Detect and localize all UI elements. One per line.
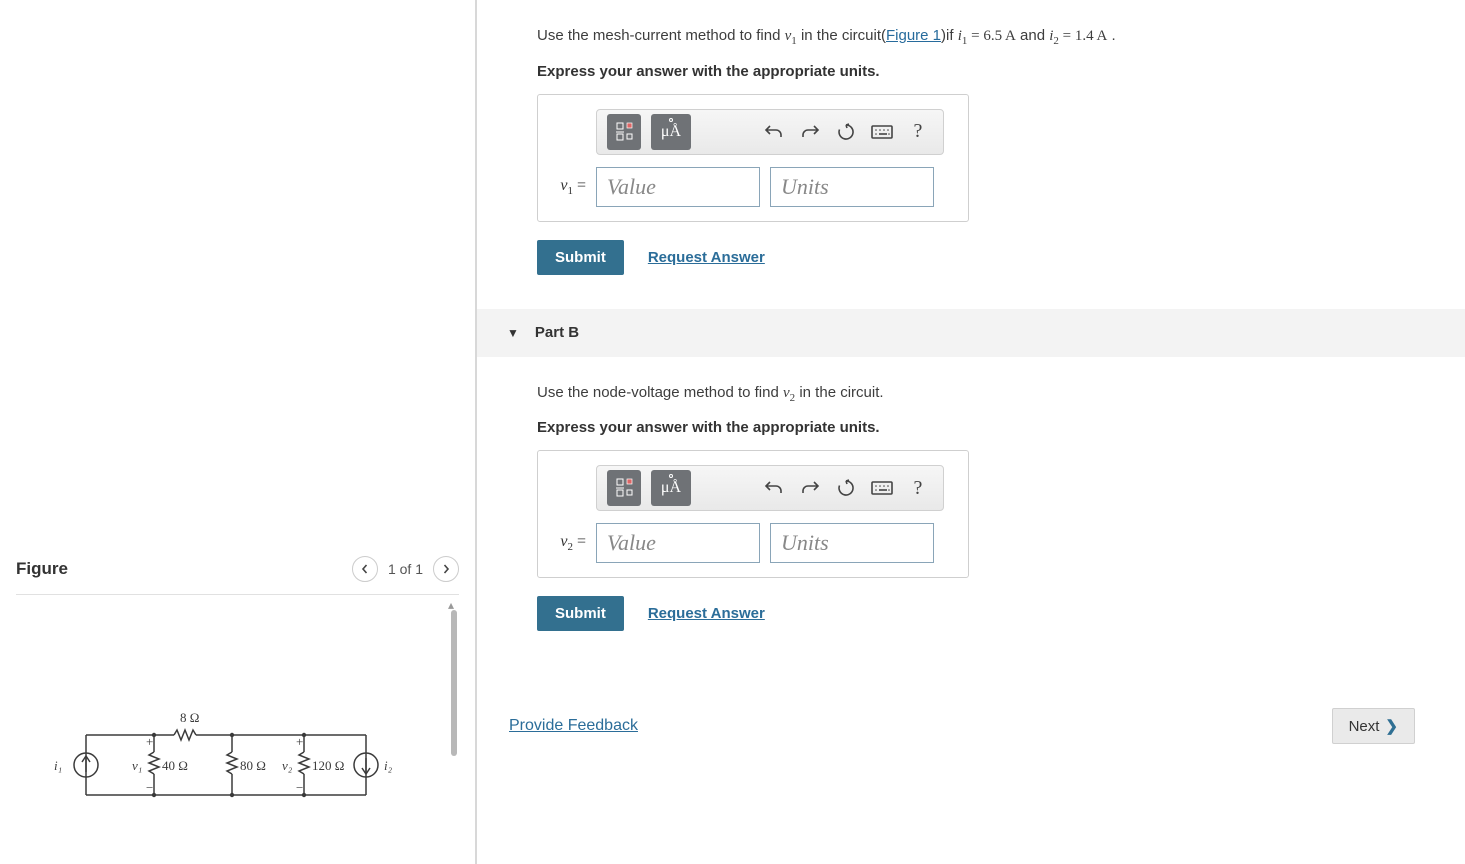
chevron-left-icon [360, 564, 370, 574]
provide-feedback-link[interactable]: Provide Feedback [509, 717, 638, 735]
redo-button[interactable] [795, 473, 825, 503]
answer-input-row: v1 = [548, 167, 958, 207]
figure-header: Figure 1 of 1 [16, 556, 459, 595]
keyboard-button[interactable] [867, 473, 897, 503]
caret-down-icon: ▼ [507, 326, 519, 340]
part-a-prompt: Use the mesh-current method to find v1 i… [537, 24, 1465, 51]
part-a-actions: Submit Request Answer [537, 240, 1465, 275]
prompt-text: Use the mesh-current method to find [537, 27, 785, 44]
figure-prev-button[interactable] [352, 556, 378, 582]
figure-pager: 1 of 1 [352, 556, 459, 582]
fraction-template-button[interactable] [610, 473, 638, 503]
part-b-actions: Submit Request Answer [537, 596, 1465, 631]
r120-label: 120 Ω [312, 758, 344, 773]
next-label: Next [1349, 718, 1380, 735]
redo-icon [800, 479, 820, 497]
value-input[interactable] [596, 523, 760, 563]
part-b-express: Express your answer with the appropriate… [537, 419, 1465, 436]
svg-text:−: − [146, 780, 153, 795]
figure-counter: 1 of 1 [388, 561, 423, 577]
request-answer-link[interactable]: Request Answer [648, 605, 765, 622]
redo-button[interactable] [795, 117, 825, 147]
figure-title: Figure [16, 559, 68, 579]
fraction-template-button[interactable] [610, 117, 638, 147]
answer-variable-label: v2 = [548, 533, 586, 553]
r80-label: 80 Ω [240, 758, 266, 773]
units-input[interactable] [770, 523, 934, 563]
help-button[interactable]: ? [903, 117, 933, 147]
units-button-label: μÅ [661, 479, 681, 497]
part-b-prompt: Use the node-voltage method to find v2 i… [537, 381, 1465, 408]
figure-next-button[interactable] [433, 556, 459, 582]
next-button[interactable]: Next ❯ [1332, 708, 1415, 744]
r40-label: 40 Ω [162, 758, 188, 773]
fraction-icon [614, 121, 634, 143]
chevron-right-icon [441, 564, 451, 574]
r-top-label: 8 Ω [180, 710, 199, 725]
redo-icon [800, 123, 820, 141]
part-b-header[interactable]: ▼ Part B [477, 309, 1465, 357]
help-button[interactable]: ? [903, 473, 933, 503]
template-buttons [607, 114, 641, 150]
part-b-title: Part B [535, 324, 579, 341]
scrollbar-thumb[interactable] [451, 610, 457, 756]
answer-input-row: v2 = [548, 523, 958, 563]
part-a-express: Express your answer with the appropriate… [537, 63, 1465, 80]
v1-label: v₁ [132, 758, 142, 773]
keyboard-button[interactable] [867, 117, 897, 147]
reset-button[interactable] [831, 473, 861, 503]
i2-label: i₂ [384, 758, 393, 773]
equation-toolbar: μÅ [596, 465, 944, 511]
svg-text:+: + [296, 734, 303, 749]
fraction-icon [614, 477, 634, 499]
part-a-body: Use the mesh-current method to find v1 i… [477, 0, 1465, 285]
units-input[interactable] [770, 167, 934, 207]
undo-button[interactable] [759, 473, 789, 503]
svg-text:+: + [146, 734, 153, 749]
chevron-right-icon: ❯ [1385, 717, 1398, 735]
part-b-body: Use the node-voltage method to find v2 i… [477, 357, 1465, 642]
undo-button[interactable] [759, 117, 789, 147]
figure-scrollbar[interactable]: ▴ [449, 602, 459, 864]
undo-icon [764, 479, 784, 497]
keyboard-icon [871, 481, 893, 495]
request-answer-link[interactable]: Request Answer [648, 249, 765, 266]
footer-row: Provide Feedback Next ❯ [477, 708, 1465, 744]
ring-icon [669, 474, 673, 478]
units-picker-button[interactable]: μÅ [651, 114, 691, 150]
units-picker-button[interactable]: μÅ [651, 470, 691, 506]
template-buttons [607, 470, 641, 506]
equation-toolbar: μÅ [596, 109, 944, 155]
svg-text:−: − [296, 780, 303, 795]
keyboard-icon [871, 125, 893, 139]
v2-label: v₂ [282, 758, 293, 773]
reset-icon [836, 478, 856, 498]
i1-label: i₁ [54, 758, 62, 773]
undo-icon [764, 123, 784, 141]
ring-icon [669, 118, 673, 122]
circuit-diagram: 8 Ω i₁ i₂ + − + − v₁ 40 Ω 80 Ω v₂ 120 Ω [46, 700, 406, 820]
units-button-label: μÅ [661, 123, 681, 141]
value-input[interactable] [596, 167, 760, 207]
part-b-answer-widget: μÅ [537, 450, 969, 578]
submit-button[interactable]: Submit [537, 596, 624, 631]
answer-variable-label: v1 = [548, 177, 586, 197]
question-panel: Use the mesh-current method to find v1 i… [477, 0, 1465, 864]
reset-button[interactable] [831, 117, 861, 147]
reset-icon [836, 122, 856, 142]
figure-panel: Figure 1 of 1 ▴ [0, 0, 477, 864]
part-a-answer-widget: μÅ [537, 94, 969, 222]
figure-link[interactable]: Figure 1 [886, 27, 941, 44]
submit-button[interactable]: Submit [537, 240, 624, 275]
